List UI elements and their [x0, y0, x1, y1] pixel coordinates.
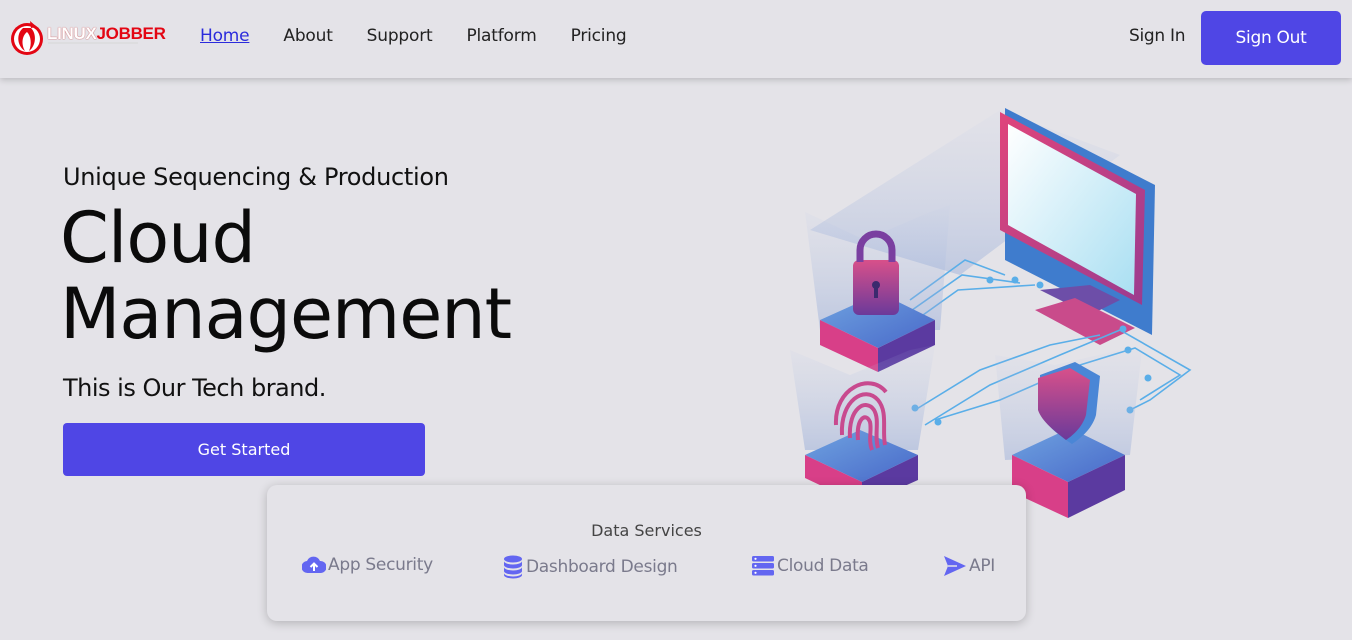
logo-tagline — [48, 42, 138, 44]
service-cloud-data[interactable]: Cloud Data — [751, 555, 869, 577]
hero-title: Cloud Management — [60, 197, 512, 355]
nav-links: Home About Support Platform Pricing — [200, 26, 661, 46]
service-api[interactable]: API — [943, 555, 995, 577]
services-title: Data Services — [591, 521, 702, 540]
penguin-logo-icon — [11, 21, 43, 55]
service-label: App Security — [328, 555, 433, 575]
logo-text: LINUXJOBBER — [47, 24, 166, 43]
database-icon — [504, 555, 522, 579]
sign-in-link[interactable]: Sign In — [1129, 26, 1185, 46]
paper-plane-icon — [944, 556, 966, 576]
nav-pricing[interactable]: Pricing — [571, 26, 627, 46]
brand-logo[interactable]: LINUXJOBBER — [10, 18, 180, 58]
service-label: Cloud Data — [777, 556, 869, 576]
cloud-security-illustration — [790, 108, 1192, 518]
hero-subtitle: Unique Sequencing & Production — [63, 163, 449, 191]
get-started-button[interactable]: Get Started — [63, 423, 425, 476]
nav-platform[interactable]: Platform — [466, 26, 536, 46]
service-label: API — [969, 556, 995, 576]
nav-about[interactable]: About — [283, 26, 332, 46]
server-icon — [752, 556, 774, 576]
service-dashboard-design[interactable]: Dashboard Design — [502, 555, 678, 579]
nav-support[interactable]: Support — [367, 26, 433, 46]
nav-home[interactable]: Home — [200, 26, 250, 46]
service-label: Dashboard Design — [526, 557, 678, 577]
hero-title-line2: Management — [60, 273, 512, 355]
hero-title-line1: Cloud — [60, 197, 256, 279]
sign-out-button[interactable]: Sign Out — [1201, 11, 1341, 65]
data-services-card: Data Services App Security Dashboard Des… — [267, 485, 1026, 621]
service-app-security[interactable]: App Security — [302, 555, 433, 575]
navbar: LINUXJOBBER Home About Support Platform … — [0, 0, 1352, 78]
hero-tagline: This is Our Tech brand. — [63, 374, 326, 402]
cloud-upload-icon — [302, 556, 326, 574]
